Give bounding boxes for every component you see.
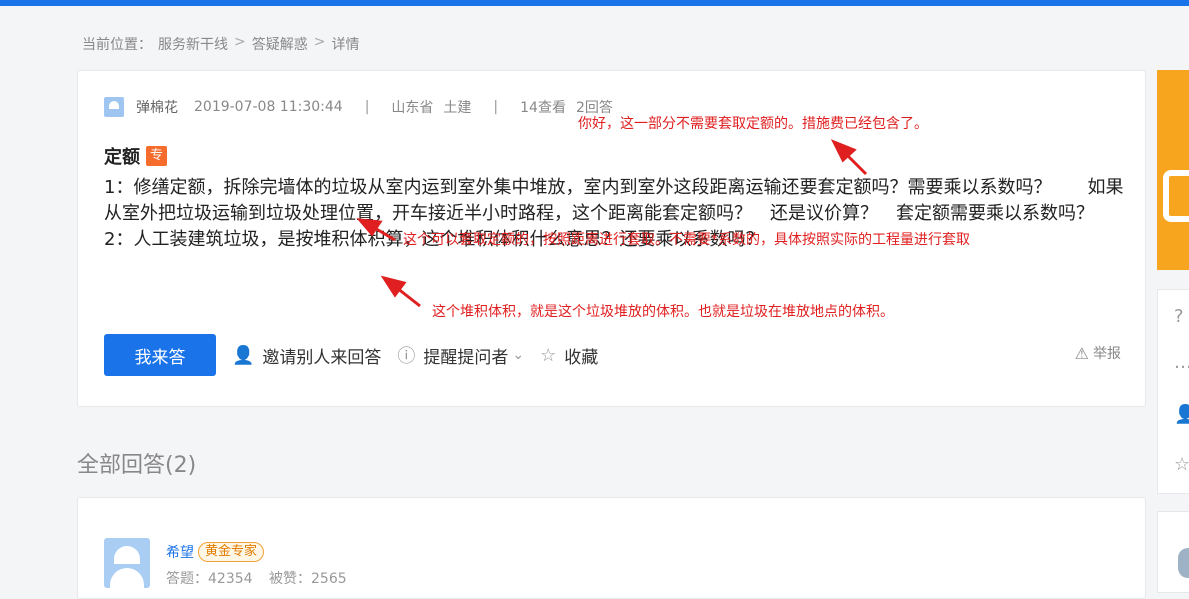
meta-divider: | — [493, 99, 499, 115]
answer-count-stat: 答题：42354 — [166, 571, 253, 587]
report-link[interactable]: ⚠ 举报 — [1075, 343, 1121, 363]
invite-label: 邀请别人来回答 — [262, 347, 382, 368]
side-banner[interactable] — [1157, 70, 1189, 270]
side-toolbar: ? … 👤 ☆ — [1157, 289, 1189, 494]
gold-expert-badge: 黄金专家 — [198, 542, 265, 562]
breadcrumb-item-service[interactable]: 服务新干线 — [158, 34, 228, 54]
help-icon[interactable]: ? — [1174, 306, 1184, 327]
top-accent-bar — [0, 0, 1189, 6]
remind-label: 提醒提问者 — [423, 347, 509, 368]
answer-author-row: 希望 黄金专家 — [166, 542, 265, 562]
user-plus-icon: 👤 — [232, 344, 255, 366]
question-title: 定额 专 — [104, 143, 168, 169]
likes-stat: 被赞：2565 — [269, 571, 347, 587]
user-avatar-icon[interactable] — [104, 97, 124, 117]
info-icon: ⓘ — [397, 346, 416, 367]
breadcrumb-separator: > — [234, 34, 246, 50]
chat-icon[interactable]: … — [1174, 352, 1189, 373]
chevron-down-icon: ⌄ — [512, 347, 525, 363]
question-region: 山东省 — [391, 100, 434, 116]
answer-card: 希望 黄金专家 答题：42354 被赞：2565 — [77, 497, 1146, 599]
remind-asker-dropdown[interactable]: ⓘ 提醒提问者 ⌄ — [397, 342, 524, 368]
question-datetime: 2019-07-08 11:30:44 — [194, 99, 343, 115]
question-meta: 弹棉花 2019-07-08 11:30:44 | 山东省 土建 | 14查看 … — [104, 97, 613, 117]
annotation-2: 这个可以套取定额的，按照距离进行套取。不需要*系数的，具体按照实际的工程量进行套… — [403, 232, 970, 248]
question-actions: 我来答 👤 邀请别人来回答 ⓘ 提醒提问者 ⌄ ☆ 收藏 — [104, 334, 598, 376]
answer-avatar[interactable] — [104, 538, 150, 588]
favorite-label: 收藏 — [564, 347, 599, 368]
star-icon: ☆ — [540, 344, 557, 366]
side-widget — [1157, 511, 1189, 593]
meta-divider: | — [364, 99, 370, 115]
favorite-link[interactable]: ☆ 收藏 — [540, 343, 598, 368]
question-line-1: 1：修缮定额，拆除完墙体的垃圾从室内运到室外集中堆放，室内到室外这段距离运输还要… — [104, 177, 1124, 224]
side-avatar-icon[interactable] — [1178, 548, 1189, 578]
answer-author-stats: 答题：42354 被赞：2565 — [166, 568, 359, 588]
breadcrumb-item-qa[interactable]: 答疑解惑 — [252, 34, 308, 54]
special-badge: 专 — [146, 146, 168, 166]
breadcrumb: 当前位置： 服务新干线 > 答疑解惑 > 详情 — [82, 34, 359, 54]
report-label: 举报 — [1093, 346, 1121, 362]
warning-icon: ⚠ — [1074, 343, 1089, 363]
question-author[interactable]: 弹棉花 — [136, 97, 178, 117]
breadcrumb-item-detail: 详情 — [331, 37, 360, 53]
invite-answer-link[interactable]: 👤 邀请别人来回答 — [232, 343, 381, 368]
answer-button[interactable]: 我来答 — [104, 334, 216, 376]
answer-author[interactable]: 希望 — [166, 542, 194, 562]
annotation-3: 这个堆积体积，就是这个垃圾堆放的体积。也就是垃圾在堆放地点的体积。 — [432, 304, 894, 320]
question-category: 土建 — [443, 100, 472, 116]
question-title-text: 定额 — [104, 147, 140, 168]
all-answers-heading: 全部回答(2) — [77, 453, 197, 478]
annotation-1: 你好，这一部分不需要套取定额的。措施费已经包含了。 — [578, 116, 928, 132]
breadcrumb-separator: > — [313, 34, 326, 50]
breadcrumb-prefix: 当前位置： — [82, 37, 152, 53]
user-icon[interactable]: 👤 — [1174, 404, 1189, 425]
question-views: 14查看 — [520, 100, 566, 116]
star-icon[interactable]: ☆ — [1174, 454, 1189, 475]
